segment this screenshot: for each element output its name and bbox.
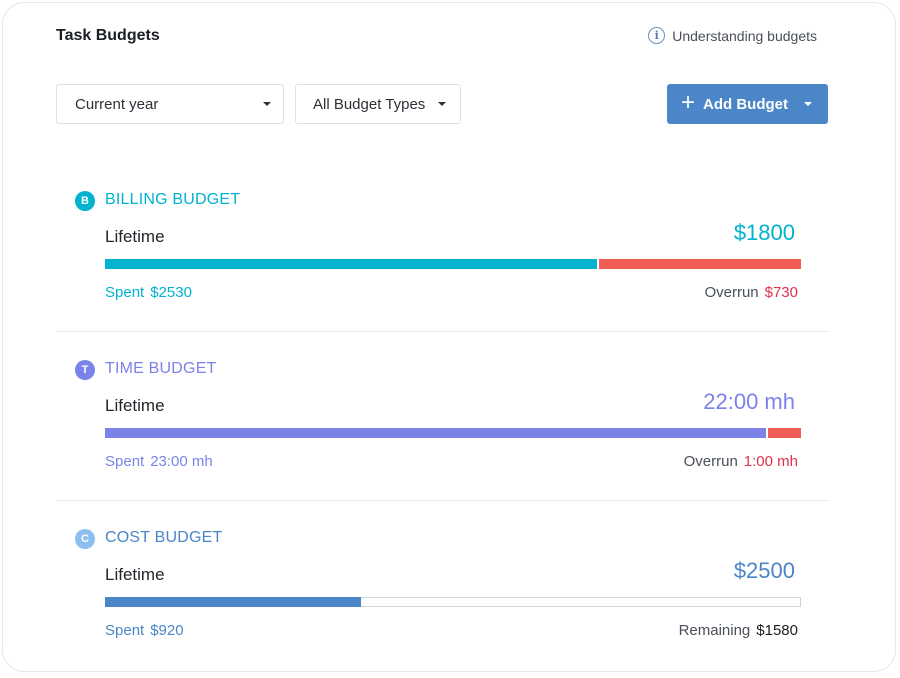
spent-stat: Spent $2530 bbox=[105, 284, 192, 301]
time-budget-card[interactable]: T TIME BUDGET Lifetime 22:00 mh Spent 23:… bbox=[56, 340, 828, 509]
spent-value: $920 bbox=[150, 622, 184, 639]
budget-type-select-value: All Budget Types bbox=[313, 95, 426, 113]
period-select-value: Current year bbox=[75, 95, 159, 113]
overrun-segment bbox=[599, 259, 801, 269]
spent-label: Spent bbox=[105, 284, 145, 301]
budget-amount: $2500 bbox=[733, 558, 795, 583]
budget-period: Lifetime bbox=[105, 227, 165, 246]
page-title: Task Budgets bbox=[56, 27, 160, 44]
budget-type-label: COST BUDGET bbox=[105, 529, 223, 546]
cost-budget-card[interactable]: C COST BUDGET Lifetime $2500 Spent $920 R… bbox=[56, 509, 828, 678]
spent-value: $2530 bbox=[150, 284, 192, 301]
budget-progress-bar bbox=[105, 597, 801, 607]
caret-down-icon bbox=[438, 102, 446, 106]
remaining-label: Remaining bbox=[678, 622, 751, 639]
add-budget-label: Add Budget bbox=[703, 95, 788, 113]
budget-type-label: BILLING BUDGET bbox=[105, 191, 241, 208]
budget-type-label: TIME BUDGET bbox=[105, 360, 217, 377]
spent-value: 23:00 mh bbox=[150, 453, 213, 470]
overrun-label: Overrun bbox=[704, 284, 759, 301]
spent-label: Spent bbox=[105, 453, 145, 470]
spent-label: Spent bbox=[105, 622, 145, 639]
help-label: Understanding budgets bbox=[672, 27, 817, 44]
budget-amount: 22:00 mh bbox=[703, 389, 795, 414]
billing-budget-card[interactable]: B BILLING BUDGET Lifetime $1800 Spent $25… bbox=[56, 171, 828, 340]
budget-period: Lifetime bbox=[105, 396, 165, 415]
overrun-value: $730 bbox=[764, 284, 798, 301]
time-badge-icon: T bbox=[75, 360, 95, 380]
budget-progress-bar bbox=[105, 259, 801, 269]
remaining-segment bbox=[361, 597, 801, 607]
spent-segment bbox=[105, 597, 362, 607]
budget-period: Lifetime bbox=[105, 565, 165, 584]
budget-progress-bar bbox=[105, 428, 801, 438]
task-budgets-panel: Task Budgets i Understanding budgets Cur… bbox=[2, 2, 896, 672]
plus-icon: + bbox=[681, 89, 696, 116]
overrun-stat: Overrun 1:00 mh bbox=[684, 453, 798, 470]
period-select[interactable]: Current year bbox=[56, 84, 284, 124]
spent-stat: Spent 23:00 mh bbox=[105, 453, 213, 470]
add-budget-button[interactable]: + Add Budget bbox=[667, 84, 828, 124]
understanding-budgets-link[interactable]: i Understanding budgets bbox=[648, 27, 817, 44]
cost-badge-icon: C bbox=[75, 529, 95, 549]
divider bbox=[56, 331, 828, 332]
remaining-value: $1580 bbox=[756, 622, 798, 639]
budget-type-select[interactable]: All Budget Types bbox=[295, 84, 461, 124]
caret-down-icon bbox=[804, 102, 812, 106]
spent-segment bbox=[105, 259, 598, 269]
divider bbox=[56, 500, 828, 501]
overrun-label: Overrun bbox=[683, 453, 738, 470]
overrun-segment bbox=[767, 428, 801, 438]
spent-stat: Spent $920 bbox=[105, 622, 184, 639]
overrun-value: 1:00 mh bbox=[743, 453, 798, 470]
info-icon: i bbox=[648, 27, 666, 44]
billing-badge-icon: B bbox=[75, 191, 95, 211]
budget-amount: $1800 bbox=[733, 220, 795, 245]
spent-segment bbox=[105, 428, 766, 438]
remaining-stat: Remaining $1580 bbox=[679, 622, 798, 639]
caret-down-icon bbox=[263, 102, 271, 106]
overrun-stat: Overrun $730 bbox=[704, 284, 798, 301]
